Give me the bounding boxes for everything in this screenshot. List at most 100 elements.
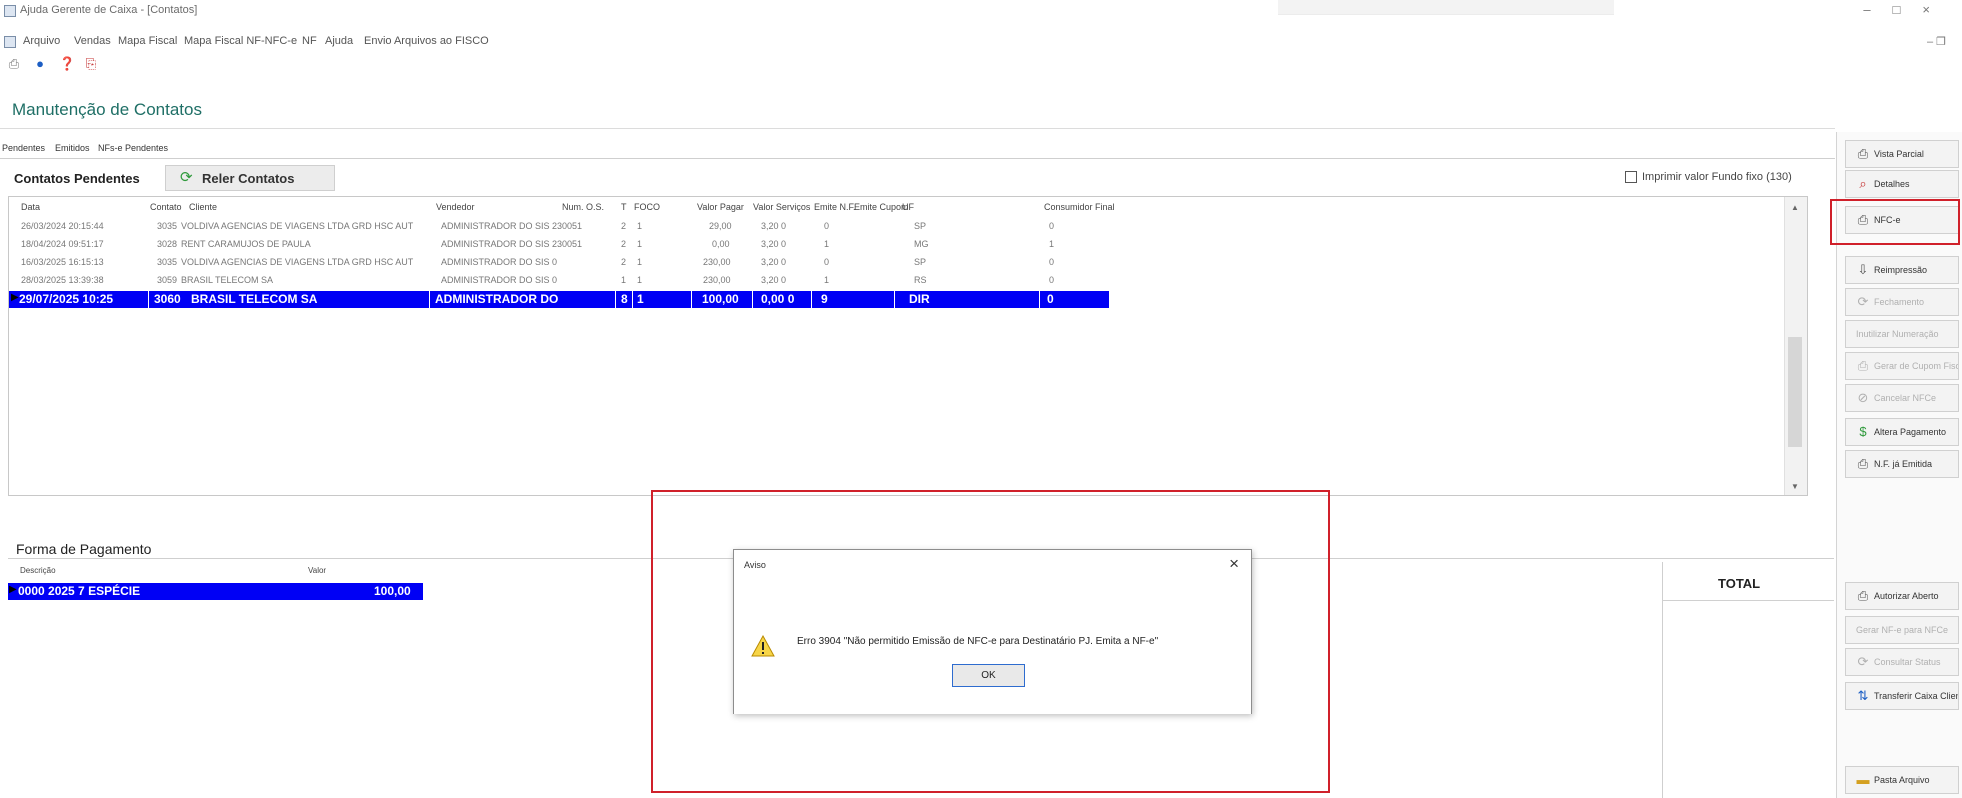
vista-parcial-button[interactable]: ⎙ Vista Parcial xyxy=(1845,140,1959,168)
divider xyxy=(1662,600,1834,601)
cell-uf: MG xyxy=(914,239,929,249)
col-valor[interactable]: Valor xyxy=(308,566,326,575)
col-vendedor[interactable]: Vendedor xyxy=(436,202,475,212)
col-uf[interactable]: UF xyxy=(902,202,914,212)
cell-valor-servicos: 3,20 0 xyxy=(761,275,787,285)
col-foco[interactable]: FOCO xyxy=(634,202,660,212)
printer-icon: ⎙ xyxy=(1857,358,1869,373)
circle-blue-icon[interactable]: ● xyxy=(33,57,47,71)
payment-row-selected[interactable]: ▶ 0000 2025 7 ESPÉCIE 100,00 xyxy=(8,583,423,600)
button-label: Gerar de Cupom Fiscal xyxy=(1874,361,1958,371)
dialog-body: Erro 3904 "Não permitido Emissão de NFC-… xyxy=(734,580,1251,714)
print-checkbox[interactable] xyxy=(1625,171,1637,183)
refresh-icon: ⟳ xyxy=(1857,294,1869,309)
blank-region xyxy=(1278,0,1614,15)
table-row[interactable]: 26/03/2024 20:15:44 3035 VOLDIVA AGENCIA… xyxy=(9,219,1109,234)
menu-mapa-fiscal[interactable]: Mapa Fiscal xyxy=(118,35,177,47)
title-bar: Ajuda Gerente de Caixa - [Contatos] –□× xyxy=(0,0,1962,22)
autorizar-aberto-button[interactable]: ⎙ Autorizar Aberto xyxy=(1845,582,1959,610)
window-controls[interactable]: –□× xyxy=(1863,2,1952,17)
detalhes-button[interactable]: ⌕ Detalhes xyxy=(1845,170,1959,198)
cell-contato: 3028 xyxy=(157,239,178,249)
contacts-grid: Data Contato Cliente Vendedor Num. O.S. … xyxy=(8,196,1808,496)
consultar-status-button[interactable]: ⟳ Consultar Status xyxy=(1845,648,1959,676)
cell-cliente: VOLDIVA AGENCIAS DE VIAGENS LTDA GRD HSC… xyxy=(181,257,414,267)
table-row[interactable]: 16/03/2025 16:15:13 3035 VOLDIVA AGENCIA… xyxy=(9,255,1109,270)
page-title: Manutenção de Contatos xyxy=(12,100,202,119)
col-data[interactable]: Data xyxy=(21,202,40,212)
cell-data: 28/03/2025 13:39:38 xyxy=(21,275,104,285)
dialog-titlebar: Aviso × xyxy=(734,550,1251,580)
cell-vendedor: ADMINISTRADOR DO SIS 0 xyxy=(441,275,558,285)
reload-button[interactable]: ⟳ Reler Contatos xyxy=(165,165,335,191)
menu-mapa-fiscal-nf[interactable]: Mapa Fiscal NF-NFC-e xyxy=(184,35,297,47)
cell-t: 2 xyxy=(621,221,627,231)
cell-cliente: BRASIL TELECOM SA xyxy=(191,292,318,306)
fechamento-button[interactable]: ⟳ Fechamento xyxy=(1845,288,1959,316)
money-icon: $ xyxy=(1859,424,1867,439)
minimize-icon[interactable]: – xyxy=(1863,2,1892,17)
cell-cliente: BRASIL TELECOM SA xyxy=(181,275,274,285)
menu-arquivo[interactable]: Arquivo xyxy=(23,35,60,47)
tab-emitidos[interactable]: Emitidos xyxy=(55,143,90,153)
cell-contato: 3059 xyxy=(157,275,178,285)
cell-emite-nf: 9 xyxy=(821,292,828,306)
cell-valor-pagar: 29,00 xyxy=(709,221,732,231)
cell-contato: 3035 xyxy=(157,257,178,267)
table-row[interactable]: 18/04/2024 09:51:17 3028 RENT CARAMUJOS … xyxy=(9,237,1109,252)
restore-controls[interactable]: – ❐ xyxy=(1927,35,1946,48)
cell-valor-pagar: 230,00 xyxy=(703,275,731,285)
menu-nf[interactable]: NF xyxy=(302,35,317,47)
col-valor-servicos[interactable]: Valor Serviços xyxy=(753,202,810,212)
total-label: TOTAL xyxy=(1718,576,1761,591)
close-icon[interactable]: × xyxy=(1229,554,1239,574)
col-contato[interactable]: Contato xyxy=(150,202,182,212)
cell-foco: 1 xyxy=(637,239,643,249)
col-cliente[interactable]: Cliente xyxy=(189,202,217,212)
cell-uf: SP xyxy=(914,221,927,231)
cell-vendedor: ADMINISTRADOR DO xyxy=(435,292,559,306)
tab-nfse-pendentes[interactable]: NFs-e Pendentes xyxy=(98,143,168,153)
inutilizar-numeracao-button[interactable]: Inutilizar Numeração xyxy=(1845,320,1959,348)
table-row-selected[interactable]: ▶ 29/07/2025 10:25 3060 BRASIL TELECOM S… xyxy=(9,291,1109,308)
menu-ajuda[interactable]: Ajuda xyxy=(325,35,353,47)
reimpressao-button[interactable]: ⇩ Reimpressão xyxy=(1845,256,1959,284)
button-label: Fechamento xyxy=(1874,297,1925,307)
scroll-up-icon[interactable]: ▲ xyxy=(1791,203,1799,212)
col-t[interactable]: T xyxy=(621,202,627,212)
save-icon[interactable]: ⎙ xyxy=(7,57,21,71)
grid-scrollbar[interactable]: ▲ ▼ xyxy=(1784,197,1807,495)
gerar-cupom-fiscal-button[interactable]: ⎙ Gerar de Cupom Fiscal xyxy=(1845,352,1959,380)
help-icon[interactable]: ❓ xyxy=(59,57,75,71)
cell-t: 8 xyxy=(621,292,628,306)
table-row[interactable]: 28/03/2025 13:39:38 3059 BRASIL TELECOM … xyxy=(9,273,1109,288)
toolbar: ⎙ ● ❓ ⎘ xyxy=(0,57,200,77)
tab-pendentes[interactable]: Pendentes xyxy=(2,143,45,153)
nf-ja-emitida-button[interactable]: ⎙ N.F. já Emitida xyxy=(1845,450,1959,478)
cell-data: 18/04/2024 09:51:17 xyxy=(21,239,104,249)
menu-vendas[interactable]: Vendas xyxy=(74,35,111,47)
col-emite-nf[interactable]: Emite N.F. xyxy=(814,202,856,212)
col-consumidor-final[interactable]: Consumidor Final xyxy=(1044,202,1115,212)
ok-button[interactable]: OK xyxy=(952,664,1025,687)
altera-pagamento-button[interactable]: $ Altera Pagamento xyxy=(1845,418,1959,446)
button-label: Gerar NF-e para NFCe xyxy=(1856,625,1949,635)
pdf-icon[interactable]: ⎘ xyxy=(84,57,98,71)
col-emite-cupom[interactable]: Emite Cupom xyxy=(854,202,909,212)
transferir-caixa-button[interactable]: ⇅ Transferir Caixa Cliente xyxy=(1845,682,1959,710)
printer-icon: ⎙ xyxy=(1857,588,1869,603)
scroll-thumb[interactable] xyxy=(1788,337,1802,447)
pasta-arquivo-button[interactable]: ▬ Pasta Arquivo xyxy=(1845,766,1959,794)
col-descricao[interactable]: Descrição xyxy=(20,566,56,575)
col-num-os[interactable]: Num. O.S. xyxy=(562,202,604,212)
gerar-nfe-button[interactable]: Gerar NF-e para NFCe xyxy=(1845,616,1959,644)
maximize-icon[interactable]: □ xyxy=(1893,2,1923,17)
printer-icon: ⎙ xyxy=(1857,456,1869,471)
col-valor-pagar[interactable]: Valor Pagar xyxy=(697,202,744,212)
button-label: Autorizar Aberto xyxy=(1874,591,1939,601)
close-icon[interactable]: × xyxy=(1922,2,1952,17)
scroll-down-icon[interactable]: ▼ xyxy=(1791,482,1799,491)
button-label: Consultar Status xyxy=(1874,657,1941,667)
menu-envio-fisco[interactable]: Envio Arquivos ao FISCO xyxy=(364,35,489,47)
cancelar-nfce-button[interactable]: ⊘ Cancelar NFCe xyxy=(1845,384,1959,412)
